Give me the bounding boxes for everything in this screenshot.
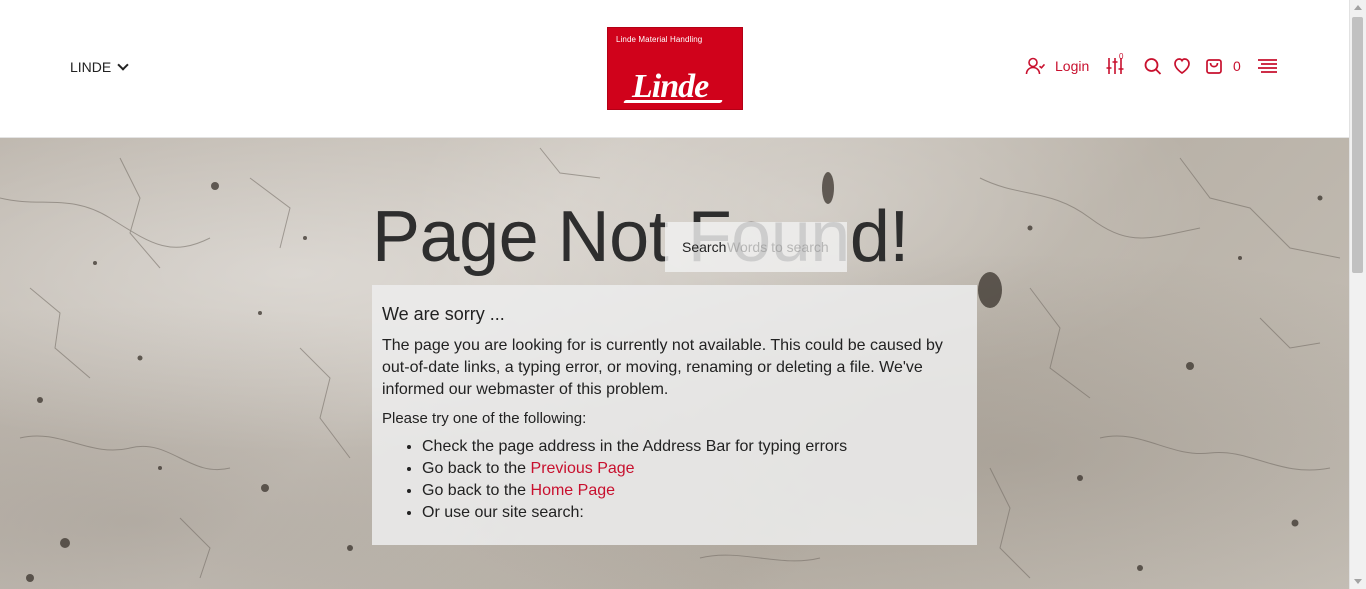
list-item: Or use our site search: [422,502,847,524]
error-description: The page you are looking for is currentl… [382,337,943,398]
search-icon [1144,58,1162,75]
wishlist-button[interactable] [1172,56,1192,76]
site-header: LINDE Linde Material Handling Linde Logi… [0,0,1350,138]
logo-swoosh [623,100,723,103]
menu-icon [1258,59,1277,73]
login-link[interactable]: Login [1025,56,1089,76]
scrollbar-thumb[interactable] [1352,17,1363,273]
previous-page-link[interactable]: Previous Page [531,460,635,477]
concrete-hero: Page Not Found! Search We are sorry ... … [0,138,1350,589]
suggestion-list: Check the page address in the Address Ba… [382,436,847,524]
search-label: Search [682,239,727,255]
brand-selector[interactable]: LINDE [70,59,129,75]
menu-button[interactable] [1257,56,1277,76]
user-icon [1025,57,1045,75]
compare-count: 0 [1119,52,1124,61]
shopping-bag-icon [1206,59,1222,74]
site-search-overlay: Search [665,222,847,272]
sorry-heading: We are sorry ... [382,304,505,324]
scroll-down-arrow-icon[interactable] [1354,579,1362,584]
home-page-link[interactable]: Home Page [531,482,616,499]
linde-logo[interactable]: Linde Material Handling Linde [608,28,742,109]
scroll-up-arrow-icon[interactable] [1354,5,1362,10]
try-label: Please try one of the following: [382,410,587,427]
search-toggle[interactable] [1144,56,1162,76]
cart-button[interactable]: 0 [1205,56,1241,76]
logo-tagline: Linde Material Handling [616,35,703,44]
list-item: Check the page address in the Address Ba… [422,436,847,458]
list-item: Go back to the Previous Page [422,458,847,480]
chevron-down-icon [117,59,129,71]
heart-icon [1174,58,1190,75]
page-scrollbar[interactable] [1349,0,1366,589]
error-message-panel: We are sorry ... The page you are lookin… [372,285,977,545]
login-label: Login [1055,58,1090,74]
search-input[interactable] [727,236,839,258]
brand-selector-label: LINDE [70,59,112,75]
list-item: Go back to the Home Page [422,480,847,502]
cart-count: 0 [1233,58,1241,74]
